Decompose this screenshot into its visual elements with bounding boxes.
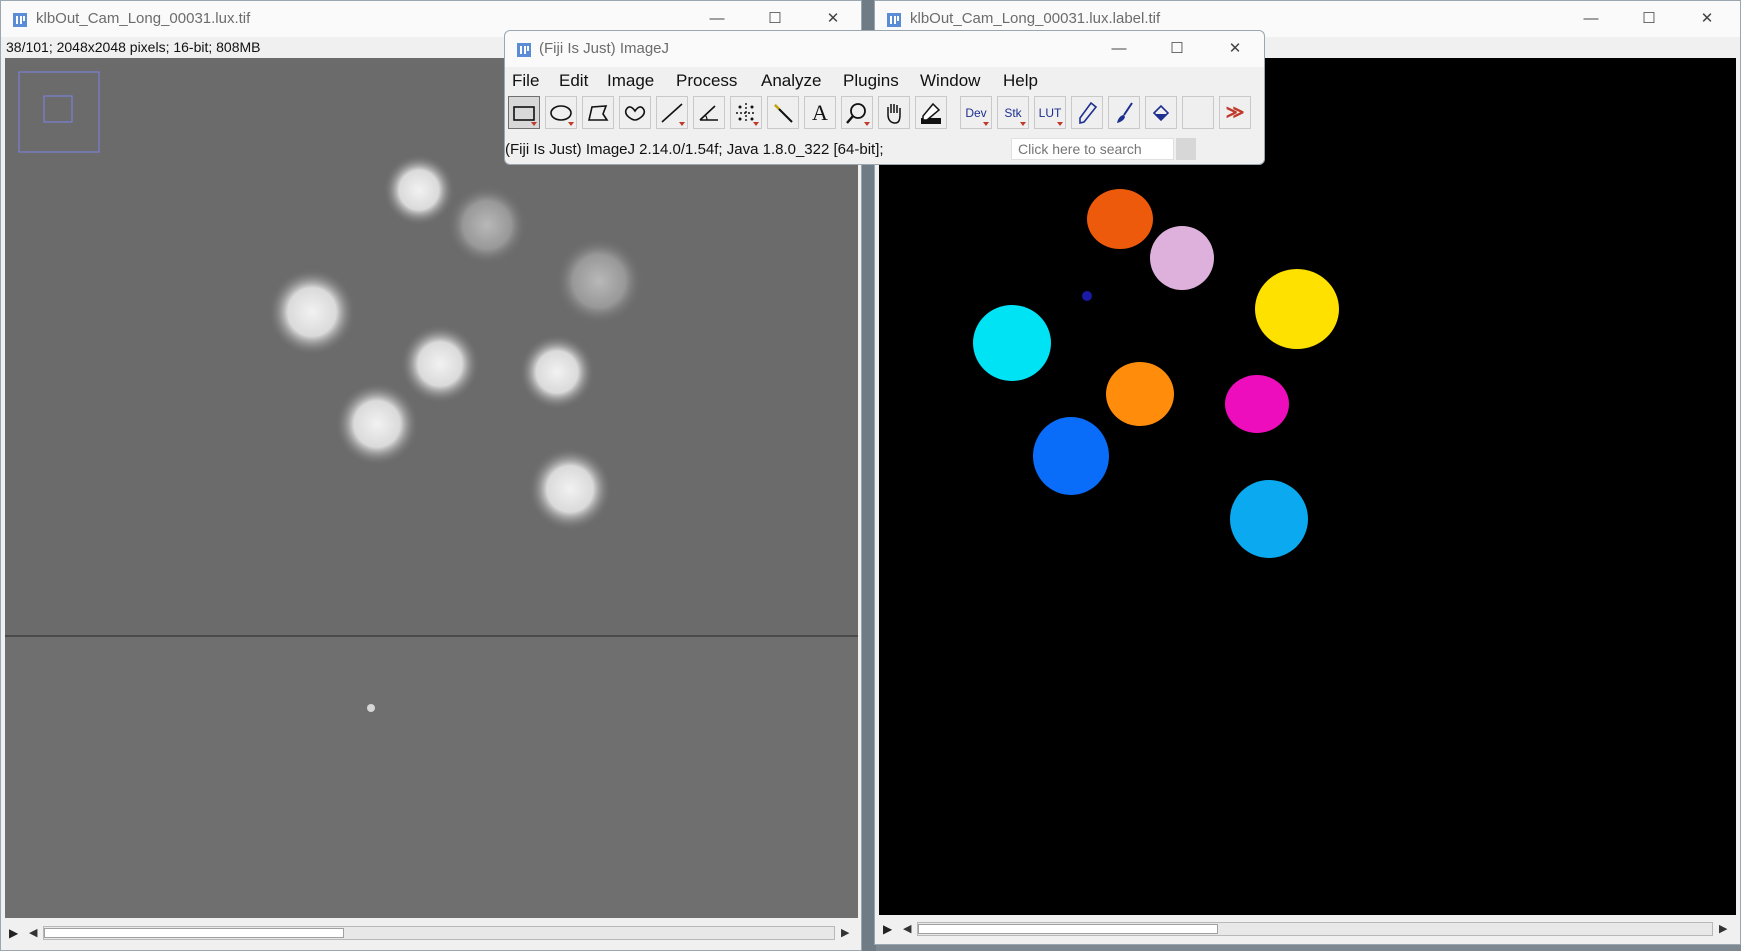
maximize-button[interactable]: ☐	[1621, 1, 1677, 37]
angle-tool-button[interactable]	[693, 96, 725, 129]
scroll-left-arrow-icon[interactable]: ◀	[29, 926, 37, 939]
color-picker-tool-button[interactable]	[915, 96, 947, 129]
dev-menu-icon: Dev	[965, 106, 987, 120]
menu-bar: File Edit Image Process Analyze Plugins …	[505, 67, 1264, 93]
label-region	[1230, 480, 1308, 558]
label-region	[1087, 189, 1153, 249]
scroll-right-arrow-icon[interactable]: ▶	[841, 926, 849, 939]
status-bar: (Fiji Is Just) ImageJ 2.14.0/1.54f; Java…	[505, 134, 1264, 164]
label-region	[973, 305, 1051, 381]
pencil-tool-button[interactable]	[1071, 96, 1103, 129]
scroll-left-arrow-icon[interactable]: ◀	[903, 922, 911, 935]
magnifier-tool-button[interactable]	[841, 96, 873, 129]
stacks-menu-icon: Stk	[1004, 106, 1022, 120]
color-picker-tool-icon	[921, 102, 941, 124]
imagej-main-window[interactable]: (Fiji Is Just) ImageJ — ☐ ✕ File Edit Im…	[504, 30, 1265, 165]
polygon-tool-button[interactable]	[582, 96, 614, 129]
play-icon[interactable]: ▶	[883, 922, 892, 936]
text-tool-button[interactable]: A	[804, 96, 836, 129]
angle-tool-icon	[699, 105, 718, 121]
raw-image-canvas[interactable]	[5, 58, 858, 918]
menu-image[interactable]: Image	[607, 71, 654, 91]
label-region	[1033, 417, 1109, 495]
minimize-button[interactable]: —	[1563, 1, 1619, 37]
label-region	[1225, 375, 1289, 433]
scrollbar-thumb[interactable]	[918, 924, 1218, 934]
flood-fill-tool-button[interactable]	[1145, 96, 1177, 129]
lut-menu-icon: LUT	[1038, 106, 1062, 120]
wand-tool-button[interactable]	[767, 96, 799, 129]
scrollbar-track[interactable]	[917, 922, 1713, 936]
dev-menu-button[interactable]: Dev	[960, 96, 992, 129]
empty-tool-slot	[1182, 96, 1214, 129]
point-tool-button[interactable]	[730, 96, 762, 129]
line-tool-button[interactable]	[656, 96, 688, 129]
hand-tool-icon	[887, 104, 901, 124]
lut-menu-button[interactable]: LUT	[1034, 96, 1066, 129]
play-icon[interactable]: ▶	[9, 926, 18, 940]
close-button[interactable]: ✕	[1207, 31, 1263, 67]
image-info-text: 38/101; 2048x2048 pixels; 16-bit; 808MB	[6, 39, 261, 55]
stack-slice-scrollbar[interactable]: ▶ ◀ ▶	[879, 919, 1736, 939]
window-title: (Fiji Is Just) ImageJ	[539, 40, 670, 57]
pencil-tool-icon	[1079, 101, 1098, 125]
scrollbar-track[interactable]	[43, 926, 835, 940]
fiji-app-icon	[13, 13, 27, 27]
scroll-right-arrow-icon[interactable]: ▶	[1719, 922, 1727, 935]
minimize-button[interactable]: —	[1091, 31, 1147, 67]
menu-analyze[interactable]: Analyze	[761, 71, 821, 91]
close-button[interactable]: ✕	[1679, 1, 1735, 37]
scrollbar-thumb[interactable]	[44, 928, 344, 938]
more-tools-icon: ≫	[1225, 102, 1245, 122]
menu-process[interactable]: Process	[676, 71, 737, 91]
text-tool-icon: A	[812, 100, 828, 125]
hand-tool-button[interactable]	[878, 96, 910, 129]
menu-edit[interactable]: Edit	[559, 71, 588, 91]
polygon-tool-icon	[587, 105, 609, 121]
brush-tool-icon	[1117, 102, 1133, 123]
microscopy-image	[5, 58, 858, 918]
label-region	[1255, 269, 1339, 349]
search-options-button[interactable]	[1176, 138, 1196, 160]
status-text: (Fiji Is Just) ImageJ 2.14.0/1.54f; Java…	[505, 141, 884, 158]
stacks-menu-button[interactable]: Stk	[997, 96, 1029, 129]
menu-window[interactable]: Window	[920, 71, 980, 91]
window-title: klbOut_Cam_Long_00031.lux.tif	[36, 10, 251, 27]
brush-tool-button[interactable]	[1108, 96, 1140, 129]
search-input[interactable]	[1011, 138, 1174, 160]
flood-fill-tool-icon	[1152, 104, 1170, 122]
label-image	[973, 189, 1339, 558]
label-region	[1106, 362, 1174, 426]
imagej-titlebar[interactable]: (Fiji Is Just) ImageJ — ☐ ✕	[505, 31, 1264, 67]
fiji-app-icon	[517, 43, 531, 57]
stack-slice-scrollbar[interactable]: ▶ ◀ ▶	[5, 923, 858, 943]
freehand-tool-icon	[624, 106, 646, 121]
window-title: klbOut_Cam_Long_00031.lux.label.tif	[910, 10, 1161, 27]
freehand-tool-button[interactable]	[619, 96, 651, 129]
label-region	[1150, 226, 1214, 290]
wand-tool-icon	[774, 104, 793, 123]
menu-file[interactable]: File	[512, 71, 539, 91]
oval-tool-button[interactable]	[545, 96, 577, 129]
menu-help[interactable]: Help	[1003, 71, 1038, 91]
maximize-button[interactable]: ☐	[1149, 31, 1205, 67]
menu-plugins[interactable]: Plugins	[843, 71, 899, 91]
rectangle-tool-button[interactable]	[508, 96, 540, 129]
more-tools-button[interactable]: ≫	[1219, 96, 1251, 129]
fiji-app-icon	[887, 13, 901, 27]
label-image-canvas[interactable]	[879, 58, 1736, 915]
label-region	[1082, 291, 1092, 301]
